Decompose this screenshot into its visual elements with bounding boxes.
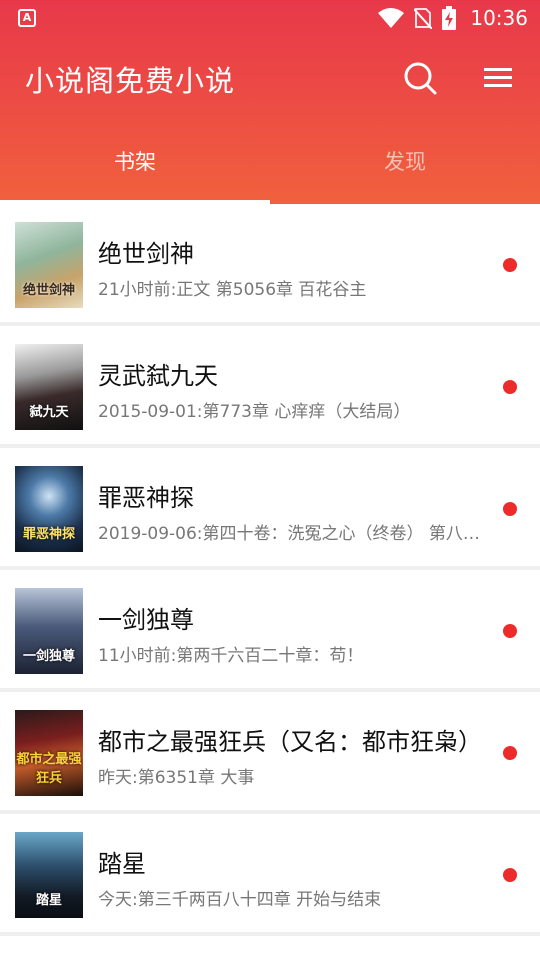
book-cover: 都市之最强狂兵 xyxy=(15,710,83,796)
book-title: 灵武弑九天 xyxy=(98,362,218,390)
no-sim-icon xyxy=(414,8,433,29)
book-item[interactable]: 都市之最强狂兵 都市之最强狂兵（又名：都市狂枭） 昨天:第6351章 大事 xyxy=(0,692,540,810)
menu-icon xyxy=(484,68,512,87)
book-title: 都市之最强狂兵（又名：都市狂枭） xyxy=(98,728,482,756)
book-latest-chapter: 11小时前:第两千六百二十章：苟！ xyxy=(98,646,364,666)
book-cover: 一剑独尊 xyxy=(15,588,83,674)
wifi-icon xyxy=(378,8,405,28)
book-cover: 绝世剑神 xyxy=(15,222,83,308)
book-cover: 罪恶神探 xyxy=(15,466,83,552)
update-indicator xyxy=(503,746,517,760)
book-title: 踏星 xyxy=(98,850,146,878)
cover-title: 弑九天 xyxy=(29,405,69,420)
battery-charging-icon xyxy=(442,6,457,30)
cover-title: 踏星 xyxy=(35,893,62,908)
menu-button[interactable] xyxy=(482,62,514,94)
update-indicator xyxy=(503,258,517,272)
book-item[interactable]: 罪恶神探 罪恶神探 2019-09-06:第四十卷：洗冤之心（终卷） 第八… xyxy=(0,448,540,566)
search-button[interactable] xyxy=(402,60,438,96)
title-bar: 小说阁免费小说 xyxy=(0,46,540,110)
book-title: 一剑独尊 xyxy=(98,606,194,634)
search-icon xyxy=(404,62,437,95)
update-indicator xyxy=(503,380,517,394)
cover-title: 罪恶神探 xyxy=(22,527,75,542)
book-latest-chapter: 2019-09-06:第四十卷：洗冤之心（终卷） 第八… xyxy=(98,524,480,544)
book-item[interactable]: 踏星 踏星 今天:第三千两百八十四章 开始与结束 xyxy=(0,814,540,932)
update-indicator xyxy=(503,868,517,882)
cover-title: 都市之最强狂兵 xyxy=(16,752,82,786)
tab-discover[interactable]: 发现 xyxy=(270,128,540,204)
book-item[interactable]: 弑九天 灵武弑九天 2015-09-01:第773章 心痒痒（大结局） xyxy=(0,326,540,444)
cover-title: 一剑独尊 xyxy=(22,649,75,664)
book-item[interactable]: 绝世剑神 绝世剑神 21小时前:正文 第5056章 百花谷主 xyxy=(0,204,540,322)
tab-bar: 书架 发现 xyxy=(0,128,540,204)
book-title: 绝世剑神 xyxy=(98,240,194,268)
app-notification-icon: A xyxy=(18,9,36,27)
book-latest-chapter: 昨天:第6351章 大事 xyxy=(98,768,255,788)
update-indicator xyxy=(503,624,517,638)
book-cover: 弑九天 xyxy=(15,344,83,430)
app-header: A 10:36 小说阁免费小说 书架 发现 xyxy=(0,0,540,204)
cover-title: 绝世剑神 xyxy=(22,283,75,298)
book-latest-chapter: 21小时前:正文 第5056章 百花谷主 xyxy=(98,280,367,300)
book-cover: 踏星 xyxy=(15,832,83,918)
book-title: 罪恶神探 xyxy=(98,484,194,512)
update-indicator xyxy=(503,502,517,516)
book-latest-chapter: 今天:第三千两百八十四章 开始与结束 xyxy=(98,890,382,910)
status-bar: A 10:36 xyxy=(0,0,540,36)
status-time: 10:36 xyxy=(470,6,528,30)
app-title: 小说阁免费小说 xyxy=(25,64,236,98)
book-latest-chapter: 2015-09-01:第773章 心痒痒（大结局） xyxy=(98,402,411,422)
tab-bookshelf[interactable]: 书架 xyxy=(0,128,270,204)
book-item-partial[interactable] xyxy=(0,936,540,960)
book-item[interactable]: 一剑独尊 一剑独尊 11小时前:第两千六百二十章：苟！ xyxy=(0,570,540,688)
